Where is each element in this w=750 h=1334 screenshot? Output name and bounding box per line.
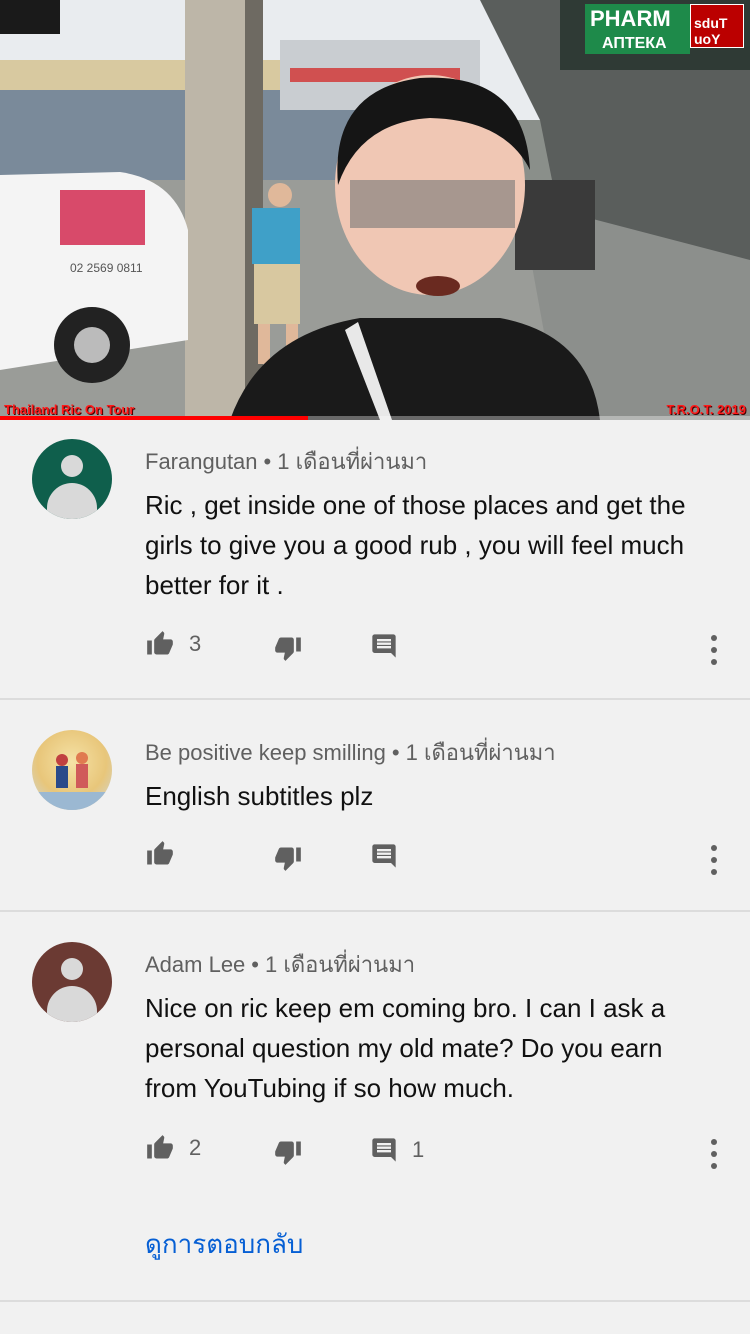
reply-icon — [372, 634, 396, 658]
like-count: 3 — [189, 631, 202, 656]
dislike-button[interactable] — [273, 844, 303, 872]
reply-button[interactable]: 1 — [370, 1136, 424, 1164]
more-options-button[interactable] — [702, 840, 726, 880]
subtitle-badge: sduT uoY — [690, 4, 744, 48]
comment-text: English subtitles plz — [145, 781, 374, 811]
dislike-button[interactable] — [273, 1138, 303, 1166]
channel-logo — [0, 0, 60, 34]
avatar[interactable] — [32, 439, 112, 519]
comment-item: Adam Lee • 1 เดือนที่ผ่านมา Nice on ric ke… — [0, 912, 750, 1302]
van-phone-text: 02 2569 0811 — [70, 261, 143, 275]
more-options-button[interactable] — [702, 1134, 726, 1174]
comment-actions: 3 — [0, 630, 750, 670]
reply-button[interactable] — [370, 842, 412, 870]
comment-meta: Farangutan • 1 เดือนที่ผ่านมา — [145, 449, 428, 474]
shop-sign-text: PHARM — [590, 6, 671, 31]
comment-text: Ric , get inside one of those places and… — [145, 490, 686, 600]
like-button[interactable]: 3 — [145, 630, 201, 658]
dislike-icon — [275, 637, 301, 661]
dislike-icon — [275, 1141, 301, 1165]
view-replies-link[interactable]: ดูการตอบกลับ — [145, 1224, 303, 1265]
video-frame: PHARM АПТЕКА 02 2569 0811 — [0, 0, 750, 420]
video-watermark-left: Thailand Ric On Tour — [4, 402, 135, 417]
comment-item: Be positive keep smilling • 1 เดือนที่ผ่าน… — [0, 700, 750, 912]
reply-icon — [372, 844, 396, 868]
more-options-button[interactable] — [702, 630, 726, 670]
comment-actions: 2 1 — [0, 1134, 750, 1174]
more-vert-icon — [711, 1139, 717, 1169]
avatar-photo — [32, 752, 112, 810]
more-vert-icon — [711, 635, 717, 665]
video-watermark-right: T.R.O.T. 2019 — [666, 402, 746, 417]
comment-time[interactable]: 1 เดือนที่ผ่านมา — [277, 449, 427, 474]
like-button[interactable]: 2 — [145, 1134, 201, 1162]
like-count: 2 — [189, 1135, 202, 1160]
comment-text: Nice on ric keep em coming bro. I can I … — [145, 993, 666, 1103]
avatar[interactable] — [32, 730, 112, 810]
shop-sign-sub-text: АПТЕКА — [602, 35, 667, 52]
comment-meta: Adam Lee • 1 เดือนที่ผ่านมา — [145, 952, 416, 977]
like-icon — [147, 841, 173, 865]
comment-author[interactable]: Be positive keep smilling — [145, 740, 386, 765]
comment-author[interactable]: Farangutan — [145, 449, 258, 474]
comment-time[interactable]: 1 เดือนที่ผ่านมา — [265, 952, 415, 977]
dislike-button[interactable] — [273, 634, 303, 662]
more-vert-icon — [711, 845, 717, 875]
like-icon — [147, 1135, 173, 1159]
comment-author[interactable]: Adam Lee — [145, 952, 245, 977]
comment-item: Farangutan • 1 เดือนที่ผ่านมา Ric , get in… — [0, 420, 750, 700]
comment-time[interactable]: 1 เดือนที่ผ่านมา — [406, 740, 556, 765]
reply-icon — [372, 1138, 396, 1162]
avatar[interactable] — [32, 942, 112, 1022]
reply-button[interactable] — [370, 632, 412, 660]
like-icon — [147, 631, 173, 655]
video-player[interactable]: PHARM АПТЕКА 02 2569 0811 sduT uoY Thail… — [0, 0, 750, 420]
comment-meta: Be positive keep smilling • 1 เดือนที่ผ่าน… — [145, 740, 556, 765]
like-button[interactable] — [145, 840, 189, 868]
reply-count: 1 — [412, 1137, 425, 1162]
comment-actions — [0, 840, 750, 880]
dislike-icon — [275, 847, 301, 871]
